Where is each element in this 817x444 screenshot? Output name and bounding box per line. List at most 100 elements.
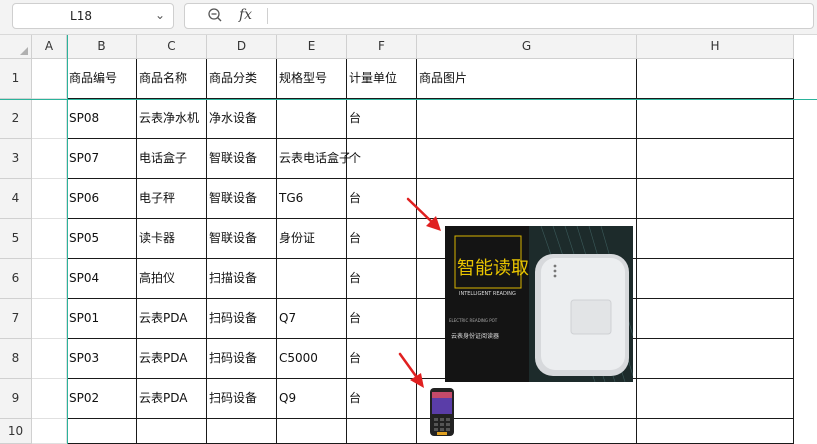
cell-h9[interactable] <box>637 379 794 419</box>
row-header-2[interactable]: 2 <box>0 99 32 139</box>
column-header-d[interactable]: D <box>207 35 277 59</box>
cell-c9[interactable]: 云表PDA <box>137 379 207 419</box>
cell-c6[interactable]: 高拍仪 <box>137 259 207 299</box>
cell-c8[interactable]: 云表PDA <box>137 339 207 379</box>
cell-b7[interactable]: SP01 <box>67 299 137 339</box>
column-header-h[interactable]: H <box>637 35 794 59</box>
cell-f6[interactable]: 台 <box>347 259 417 299</box>
image-small-text: ELECTRIC READING POT <box>449 318 498 323</box>
cell-c5[interactable]: 读卡器 <box>137 219 207 259</box>
cell-h8[interactable] <box>637 339 794 379</box>
formula-input[interactable] <box>277 9 797 23</box>
cell-a1[interactable] <box>32 59 67 99</box>
cell-e4[interactable]: TG6 <box>277 179 347 219</box>
cell-b8[interactable]: SP03 <box>67 339 137 379</box>
cell-b3[interactable]: SP07 <box>67 139 137 179</box>
cell-e6[interactable] <box>277 259 347 299</box>
cell-e3[interactable]: 云表电话盒子 <box>277 139 351 179</box>
row-header-10[interactable]: 10 <box>0 419 32 444</box>
cell-c1[interactable]: 商品名称 <box>137 59 207 99</box>
product-image-pda[interactable] <box>428 386 456 438</box>
cell-d6[interactable]: 扫描设备 <box>207 259 277 299</box>
cell-a6[interactable] <box>32 259 67 299</box>
cell-a3[interactable] <box>32 139 67 179</box>
select-all-button[interactable] <box>0 35 32 59</box>
cell-d10[interactable] <box>207 419 277 444</box>
cell-d1[interactable]: 商品分类 <box>207 59 277 99</box>
cell-c7[interactable]: 云表PDA <box>137 299 207 339</box>
cell-b4[interactable]: SP06 <box>67 179 137 219</box>
cell-c4[interactable]: 电子秤 <box>137 179 207 219</box>
row-header-5[interactable]: 5 <box>0 219 32 259</box>
cell-a2[interactable] <box>32 99 67 139</box>
cell-c3[interactable]: 电话盒子 <box>137 139 207 179</box>
cell-h4[interactable] <box>637 179 794 219</box>
cell-a7[interactable] <box>32 299 67 339</box>
column-header-a[interactable]: A <box>32 35 67 59</box>
row-header-7[interactable]: 7 <box>0 299 32 339</box>
cell-e7[interactable]: Q7 <box>277 299 347 339</box>
row-header-1[interactable]: 1 <box>0 59 32 99</box>
function-icon[interactable]: fx <box>239 7 252 23</box>
cell-d4[interactable]: 智联设备 <box>207 179 277 219</box>
cell-h3[interactable] <box>637 139 794 179</box>
product-image-card-reader[interactable]: 智能读取 INTELLIGENT READING ELECTRIC READIN… <box>445 226 633 382</box>
cell-e8[interactable]: C5000 <box>277 339 347 379</box>
cell-d5[interactable]: 智联设备 <box>207 219 277 259</box>
cell-a10[interactable] <box>32 419 67 444</box>
row-header-3[interactable]: 3 <box>0 139 32 179</box>
cell-h7[interactable] <box>637 299 794 339</box>
row-header-8[interactable]: 8 <box>0 339 32 379</box>
cell-c10[interactable] <box>137 419 207 444</box>
cell-e2[interactable] <box>277 99 347 139</box>
cell-b5[interactable]: SP05 <box>67 219 137 259</box>
cell-f2[interactable]: 台 <box>347 99 417 139</box>
cell-e9[interactable]: Q9 <box>277 379 347 419</box>
cell-d3[interactable]: 智联设备 <box>207 139 277 179</box>
cell-d8[interactable]: 扫码设备 <box>207 339 277 379</box>
cell-h6[interactable] <box>637 259 794 299</box>
zoom-icon[interactable] <box>207 7 223 23</box>
cell-b9[interactable]: SP02 <box>67 379 137 419</box>
column-header-e[interactable]: E <box>277 35 347 59</box>
cell-b2[interactable]: SP08 <box>67 99 137 139</box>
column-header-b[interactable]: B <box>67 35 137 59</box>
cell-d7[interactable]: 扫码设备 <box>207 299 277 339</box>
name-box[interactable]: L18 ⌄ <box>12 3 174 29</box>
cell-g2[interactable] <box>417 99 637 139</box>
cell-g3[interactable] <box>417 139 637 179</box>
cell-c2[interactable]: 云表净水机 <box>137 99 207 139</box>
cell-b6[interactable]: SP04 <box>67 259 137 299</box>
cell-a4[interactable] <box>32 179 67 219</box>
cell-b10[interactable] <box>67 419 137 444</box>
column-header-c[interactable]: C <box>137 35 207 59</box>
cell-e5[interactable]: 身份证 <box>277 219 347 259</box>
cell-d2[interactable]: 净水设备 <box>207 99 277 139</box>
freeze-pane-vertical-line <box>67 35 68 444</box>
cell-h5[interactable] <box>637 219 794 259</box>
cell-a8[interactable] <box>32 339 67 379</box>
cell-g4[interactable] <box>417 179 637 219</box>
cell-h10[interactable] <box>637 419 794 444</box>
row-header-6[interactable]: 6 <box>0 259 32 299</box>
cell-g1[interactable]: 商品图片 <box>417 59 637 99</box>
cell-e1[interactable]: 规格型号 <box>277 59 347 99</box>
cell-f7[interactable]: 台 <box>347 299 417 339</box>
cell-a9[interactable] <box>32 379 67 419</box>
red-arrow-icon <box>398 352 424 388</box>
row-header-4[interactable]: 4 <box>0 179 32 219</box>
column-header-g[interactable]: G <box>417 35 637 59</box>
cell-f10[interactable] <box>347 419 417 444</box>
cell-d9[interactable]: 扫码设备 <box>207 379 277 419</box>
cell-a5[interactable] <box>32 219 67 259</box>
chevron-down-icon[interactable]: ⌄ <box>155 8 165 22</box>
cell-f3[interactable]: 个 <box>347 139 417 179</box>
column-header-f[interactable]: F <box>347 35 417 59</box>
cell-b1[interactable]: 商品编号 <box>67 59 137 99</box>
cell-f1[interactable]: 计量单位 <box>347 59 417 99</box>
row-header-9[interactable]: 9 <box>0 379 32 419</box>
cell-h1[interactable] <box>637 59 794 99</box>
formula-bar: fx <box>184 3 814 29</box>
cell-e10[interactable] <box>277 419 347 444</box>
cell-h2[interactable] <box>637 99 794 139</box>
